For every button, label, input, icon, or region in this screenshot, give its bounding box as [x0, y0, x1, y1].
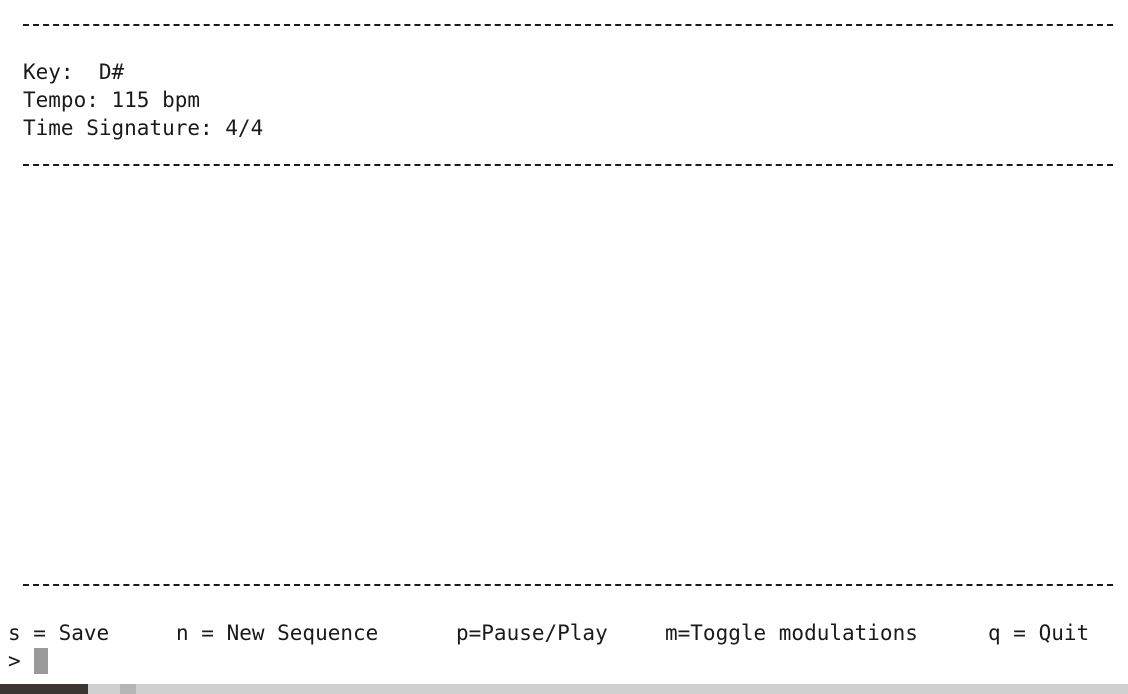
key-line: Key: D#	[23, 60, 125, 84]
prompt-symbol: >	[8, 649, 21, 673]
pause-play-command[interactable]: p=Pause/Play	[456, 619, 608, 647]
tempo-line: Tempo: 115 bpm	[23, 88, 201, 112]
terminal-window: Key: D# Tempo: 115 bpm Time Signature: 4…	[0, 0, 1128, 684]
toggle-modulations-command[interactable]: m=Toggle modulations	[665, 619, 918, 647]
quit-command[interactable]: q = Quit	[988, 619, 1089, 647]
scrollbar-handle[interactable]	[120, 684, 136, 694]
background-image-thumbnail	[0, 684, 88, 694]
info-divider	[23, 164, 1113, 166]
save-command[interactable]: s = Save	[8, 619, 109, 647]
new-sequence-command[interactable]: n = New Sequence	[176, 619, 378, 647]
command-prompt[interactable]: >	[8, 647, 48, 675]
window-bottom-edge	[0, 684, 1128, 694]
time-signature-line: Time Signature: 4/4	[23, 116, 264, 140]
footer-divider	[23, 584, 1113, 586]
top-divider	[23, 24, 1113, 26]
text-cursor	[33, 648, 48, 674]
